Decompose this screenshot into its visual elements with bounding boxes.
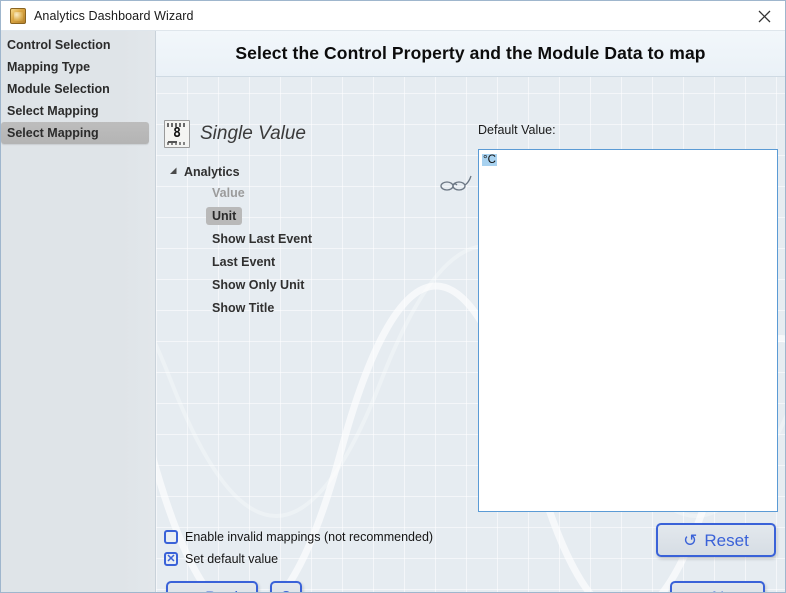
option-set-default-value[interactable]: ✕ Set default value	[164, 549, 278, 569]
help-button-label: ?	[281, 589, 291, 593]
tree-item-show-title[interactable]: Show Title	[206, 297, 464, 318]
tree-item-show-last-event[interactable]: Show Last Event	[206, 228, 464, 249]
wizard-steps-sidebar: Control Selection Mapping Type Module Se…	[1, 31, 156, 592]
close-icon[interactable]	[741, 1, 785, 31]
app-icon	[10, 7, 26, 24]
tree-item-label: Last Event	[212, 254, 276, 269]
wizard-body: Control Selection Mapping Type Module Se…	[1, 31, 785, 592]
default-value-label: Default Value:	[478, 123, 556, 137]
checkbox-checked-icon[interactable]: ✕	[164, 552, 178, 566]
lcd-digit: 8	[173, 126, 181, 141]
option-label: Enable invalid mappings (not recommended…	[185, 530, 434, 544]
tree-item-last-event[interactable]: Last Event	[206, 251, 464, 272]
tree-item-label: Value	[212, 185, 245, 200]
tree-item-value[interactable]: Value	[206, 182, 464, 203]
window-title: Analytics Dashboard Wizard	[34, 8, 194, 23]
default-value-text: °C	[479, 151, 499, 166]
reset-button-label: Reset	[704, 530, 749, 550]
control-name-label: Single Value	[200, 123, 306, 144]
reset-button[interactable]: ↺ Reset	[656, 523, 776, 557]
page-title: Select the Control Property and the Modu…	[235, 43, 706, 63]
back-button[interactable]: ← Back	[166, 581, 258, 592]
page-header: Select the Control Property and the Modu…	[156, 31, 785, 77]
arrow-left-icon: ←	[181, 589, 198, 592]
sidebar-item-label: Select Mapping	[7, 126, 99, 140]
sidebar-item-select-mapping-1[interactable]: Select Mapping	[1, 100, 155, 122]
chevron-expanded-icon[interactable]	[166, 167, 180, 176]
title-bar: Analytics Dashboard Wizard	[1, 1, 785, 31]
sidebar-item-select-mapping-2[interactable]: Select Mapping	[1, 122, 149, 144]
sidebar-item-mapping-type[interactable]: Mapping Type	[1, 56, 155, 78]
content-area: 8 Single Value Analytics Value Unit Show…	[156, 77, 785, 592]
wizard-window: Analytics Dashboard Wizard Control Selec…	[0, 0, 786, 593]
tree-item-show-only-unit[interactable]: Show Only Unit	[206, 274, 464, 295]
sidebar-list: Control Selection Mapping Type Module Se…	[1, 31, 155, 144]
sidebar-item-label: Module Selection	[7, 82, 110, 96]
back-button-label: Back	[205, 589, 243, 592]
tree-item-label: Show Title	[212, 300, 275, 315]
tree-node-analytics[interactable]: Analytics	[164, 161, 464, 182]
sidebar-item-label: Select Mapping	[7, 104, 99, 118]
refresh-icon: ↺	[683, 530, 698, 550]
seven-segment-display-icon: 8	[164, 120, 190, 148]
selected-control-row: 8 Single Value	[164, 117, 484, 151]
default-value-input[interactable]: °C	[478, 149, 778, 512]
sidebar-item-control-selection[interactable]: Control Selection	[1, 34, 155, 56]
tree-item-label: Show Only Unit	[212, 277, 305, 292]
sidebar-item-module-selection[interactable]: Module Selection	[1, 78, 155, 100]
next-button-label: Next	[712, 589, 747, 592]
sidebar-item-label: Control Selection	[7, 38, 111, 52]
help-button[interactable]: ?	[270, 581, 302, 592]
option-enable-invalid-mappings[interactable]: Enable invalid mappings (not recommended…	[164, 527, 433, 547]
tree-node-label: Analytics	[184, 164, 240, 179]
sidebar-item-label: Mapping Type	[7, 60, 91, 74]
option-label: Set default value	[185, 552, 279, 566]
tree-item-label: Show Last Event	[212, 231, 313, 246]
property-tree: Analytics Value Unit Show Last Event Las…	[164, 161, 464, 320]
checkbox-mark: ✕	[166, 552, 176, 565]
default-value-selected-text: °C	[482, 154, 497, 166]
checkbox-unchecked-icon[interactable]	[164, 530, 178, 544]
arrow-right-icon: →	[688, 589, 705, 592]
tree-item-label: Unit	[206, 206, 243, 225]
next-button[interactable]: → Next	[670, 581, 765, 592]
tree-item-unit[interactable]: Unit	[206, 205, 464, 226]
